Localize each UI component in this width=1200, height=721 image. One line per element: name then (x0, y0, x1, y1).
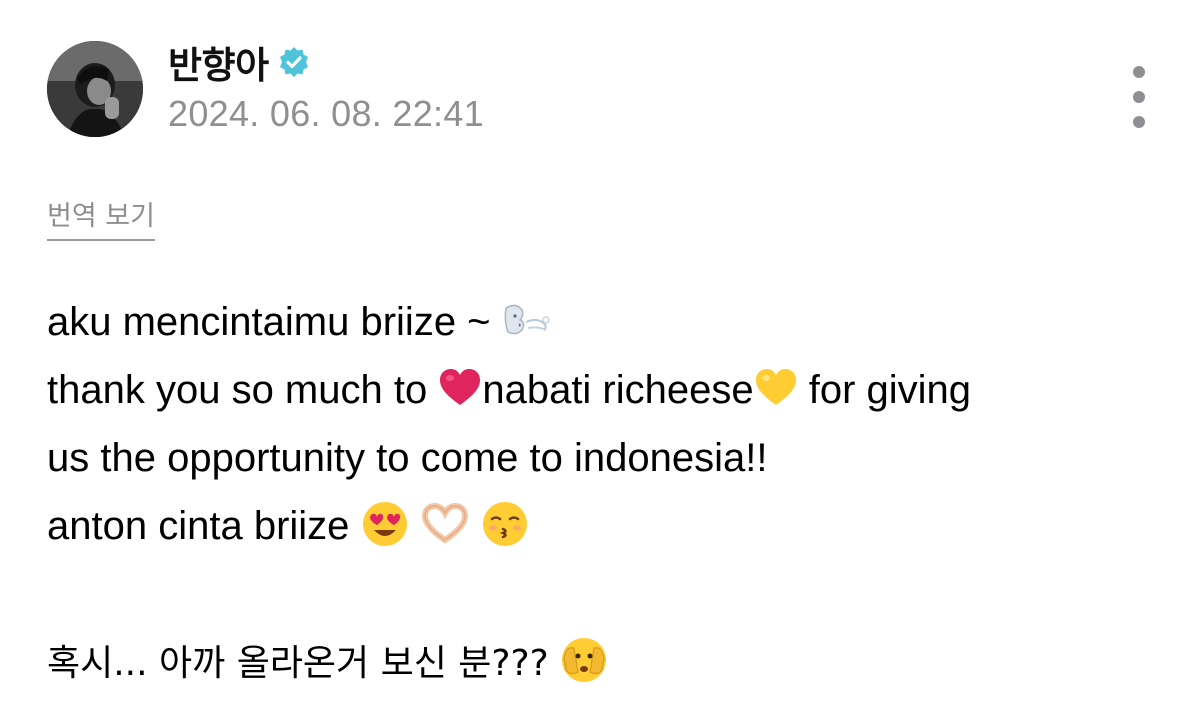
post-text: nabati richeese (482, 368, 754, 412)
post-text: thank you so much to (47, 368, 439, 412)
more-vertical-icon-dot (1133, 91, 1145, 103)
translate-link[interactable]: 번역 보기 (47, 194, 155, 241)
username[interactable]: 반향아 (168, 35, 269, 89)
post-line: anton cinta briize (47, 492, 1167, 560)
red-heart-emoji (438, 368, 482, 408)
post-timestamp: 2024. 06. 08. 22:41 (168, 93, 484, 134)
avatar-photo (47, 41, 143, 137)
post-text: 혹시... 아까 올라온거 보신 분??? (47, 643, 561, 684)
post-line: us the opportunity to come to indonesia!… (47, 424, 1167, 492)
more-vertical-icon-dot (1133, 116, 1145, 128)
post-body: aku mencintaimu briize ~ thank you so mu… (47, 288, 1167, 696)
avatar[interactable] (47, 41, 143, 137)
face-peeking-eye-emoji (560, 636, 608, 684)
post-text: aku mencintaimu briize ~ (47, 300, 502, 344)
more-options-button[interactable] (1124, 66, 1154, 128)
username-row: 반향아 (168, 36, 311, 88)
heart-hands-emoji (419, 502, 471, 546)
verified-badge-icon (279, 47, 308, 77)
heart-eyes-emoji (361, 500, 409, 548)
post-line: 혹시... 아까 올라온거 보신 분??? (47, 628, 1167, 696)
kissing-closed-eyes-emoji (481, 500, 529, 548)
yellow-heart-emoji (754, 368, 798, 408)
more-vertical-icon (1133, 66, 1145, 78)
post-line: thank you so much to nabati richeese for… (47, 356, 1167, 424)
post-text: for giving (797, 368, 972, 412)
post-text: us the opportunity to come to indonesia!… (47, 436, 768, 480)
post-text: anton cinta briize (47, 504, 361, 548)
wind-face-emoji (502, 300, 554, 340)
post-line: aku mencintaimu briize ~ (47, 288, 1167, 356)
